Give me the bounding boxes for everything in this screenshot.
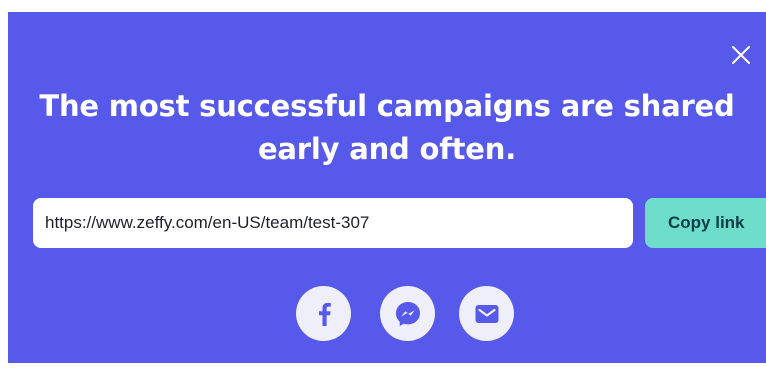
headline-line-1: The most successful campaigns are shared [39, 89, 735, 123]
share-facebook-button[interactable] [296, 286, 351, 341]
messenger-icon [394, 300, 422, 328]
share-messenger-button[interactable] [380, 286, 435, 341]
facebook-icon [316, 302, 332, 326]
mail-icon [474, 303, 500, 325]
share-headline: The most successful campaigns are shared… [8, 85, 766, 171]
share-buttons [296, 286, 516, 342]
close-button[interactable] [729, 43, 753, 67]
share-email-button[interactable] [459, 286, 514, 341]
copy-link-button[interactable]: Copy link [645, 198, 766, 248]
close-icon [729, 43, 753, 67]
share-link-input[interactable] [33, 198, 633, 248]
headline-line-2: early and often. [257, 132, 517, 166]
share-modal: The most successful campaigns are shared… [8, 12, 766, 363]
